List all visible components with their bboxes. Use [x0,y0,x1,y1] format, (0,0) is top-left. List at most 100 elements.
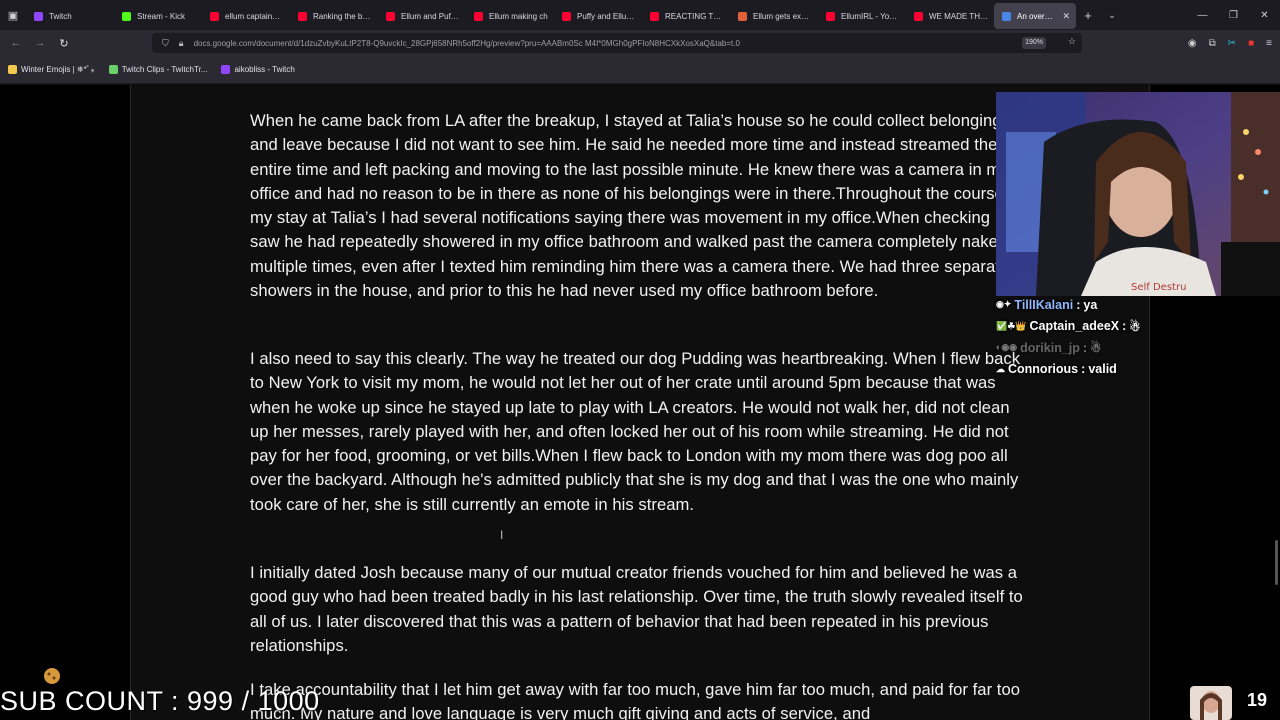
tab-label: ellum captainpuff [225,11,284,21]
navigation-bar: ← → ↻ ⛉ 🔒︎ docs.google.com/document/d/1d… [0,30,1280,56]
paragraph-2: I also need to say this clearly. The way… [250,349,1021,514]
tab-favicon-icon [650,11,659,21]
tab-favicon-icon [474,11,483,21]
bookmark-1[interactable]: Winter Emojis | ❄*ﾟ⁎ [8,64,95,75]
extension-icon[interactable]: ✂ [1228,38,1236,49]
webcam-overlay: Self Destru [996,92,1280,296]
url-text[interactable]: docs.google.com/document/d/1dzuZvbyKuLtP… [194,39,984,48]
tab-12[interactable]: An overdue ex ✕ [994,3,1076,29]
tab-label: Twitch [49,11,72,21]
tab-label: Ellum gets expos [753,11,812,21]
shield-icon[interactable]: ⛉ [162,38,169,49]
chat-separator: : [1122,319,1127,334]
tab-favicon-icon [738,11,747,21]
menu-icon[interactable]: ≡ [1266,38,1272,49]
chat-badges-icon: ✅☘👑 [996,320,1027,331]
tab-favicon-icon [34,11,43,21]
chat-message-text: ya [1083,297,1098,312]
tab-favicon-icon [914,11,923,21]
tab-5[interactable]: Ellum and Puffy r [378,3,466,29]
chat-badges-icon: ☁ [996,363,1005,374]
forward-arrow-icon[interactable]: → [28,37,52,49]
bookmark-favicon-icon [108,65,118,74]
bookmarks-bar: Winter Emojis | ❄*ﾟ⁎ Twitch Clips - Twitc… [0,56,1280,84]
tab-11[interactable]: WE MADE THE W [906,3,994,29]
chat-message-text: ☃ [1090,341,1102,356]
tab-label: WE MADE THE W [929,11,988,21]
chat-username: Connorious [1008,362,1079,377]
bookmark-label: Twitch Clips - TwitchTr... [121,65,208,74]
tab-favicon-icon [386,11,395,21]
streamer-webcam-image: Self Destru [996,92,1280,296]
tab-favicon-icon [122,11,131,21]
tab-favicon-icon [562,11,571,21]
bookmark-2[interactable]: Twitch Clips - TwitchTr... [108,65,208,74]
tab-label: Puffy and Ellum a [577,11,636,21]
tab-3[interactable]: ellum captainpuff [202,3,290,29]
paragraph-4: I take accountability that I let him get… [250,680,1021,720]
tab-favicon-icon [298,11,307,21]
tab-overview-icon[interactable]: ▣ [0,0,26,30]
chat-overlay: ◉✦ TillIKalani: ya ✅☘👑 Captain_adeeX: ☃ ◐◉◉ dor… [996,294,1196,380]
back-arrow-icon[interactable]: ← [4,37,28,49]
shirt-print-text: Self Destru [1131,282,1186,293]
bookmark-3[interactable]: aikobliss - Twitch [221,65,295,74]
toolbar-icons: ◉ ⧉ ✂ ■ ≡ [1188,30,1272,56]
tab-label: EllumIRL - YouTu [841,11,900,21]
tab-8[interactable]: REACTING TO SII [642,3,730,29]
paragraph-1: When he came back from LA after the brea… [250,111,1023,301]
list-tabs-chevron-icon[interactable]: ⌄ [1100,10,1124,21]
text-cursor-icon: I [500,528,504,542]
chat-username: TillIKalani [1014,297,1074,312]
chat-username: dorikin_jp [1020,340,1080,355]
chat-username: Captain_adeeX [1029,319,1120,334]
close-tab-icon[interactable]: ✕ [1062,11,1070,22]
bookmark-favicon-icon [8,65,17,74]
tab-7[interactable]: Puffy and Ellum a [554,3,642,29]
tab-2[interactable]: Stream - Kick [114,3,202,29]
restore-icon[interactable]: ❐ [1218,10,1249,21]
account-icon[interactable]: ◉ [1188,38,1197,49]
viewer-avatar [1190,686,1232,720]
tab-1[interactable]: Twitch [26,3,114,29]
paragraph-3: I initially dated Josh because many of o… [250,563,1023,655]
viewer-count: 19 [1247,690,1268,710]
new-tab-button[interactable]: + [1076,8,1100,23]
chat-message-text: ☃ [1129,319,1141,334]
tab-label: Ellum and Puffy r [401,11,460,21]
chat-message-text: valid [1088,362,1117,377]
bookmark-favicon-icon [221,65,231,74]
tab-label: An overdue ex [1017,11,1057,21]
tab-10[interactable]: EllumIRL - YouTu [818,3,906,29]
tab-label: Stream - Kick [137,11,186,21]
bookmark-star-icon[interactable]: ☆ [1068,36,1076,47]
tab-9[interactable]: Ellum gets expos [730,3,818,29]
close-window-icon[interactable]: ✕ [1249,10,1280,21]
reload-icon[interactable]: ↻ [52,37,76,50]
tab-label: REACTING TO SII [665,11,724,21]
address-bar[interactable]: ⛉ 🔒︎ docs.google.com/document/d/1dzuZvby… [152,33,1082,53]
lock-icon[interactable]: 🔒︎ [179,38,184,49]
tab-label: Ellum making ch [489,11,548,21]
extension-red-icon[interactable]: ■ [1248,38,1254,49]
tab-6[interactable]: Ellum making ch [466,3,554,29]
tab-favicon-icon [826,11,835,21]
minimize-icon[interactable]: — [1187,10,1218,21]
cookie-emote-icon [44,668,60,684]
chat-message: ◐◉◉ dorikin_jp: ☃ [996,337,1196,359]
bookmark-label: aikobliss - Twitch [234,65,295,74]
bookmark-label: Winter Emojis | ❄*ﾟ⁎ [21,65,95,74]
sub-count-overlay: SUB COUNT : 999 / 1000 [0,686,320,716]
tab-favicon-icon [210,11,219,21]
chat-message: ☁ Connorious: valid [996,359,1196,381]
window-controls: — ❐ ✕ [1187,0,1280,30]
tab-4[interactable]: Ranking the best [290,3,378,29]
tab-strip: ▣ Twitch Stream - Kick ellum captainpuff Ra… [0,0,1280,30]
chat-separator: : [1076,297,1081,312]
chat-separator: : [1081,362,1086,377]
extensions-icon[interactable]: ⧉ [1209,38,1216,49]
chat-badges-icon: ◐◉◉ [996,342,1018,353]
scrollbar-thumb[interactable] [1275,540,1278,585]
zoom-level[interactable]: 190% [1022,37,1046,49]
tab-list: Twitch Stream - Kick ellum captainpuff Rank… [26,1,1076,29]
